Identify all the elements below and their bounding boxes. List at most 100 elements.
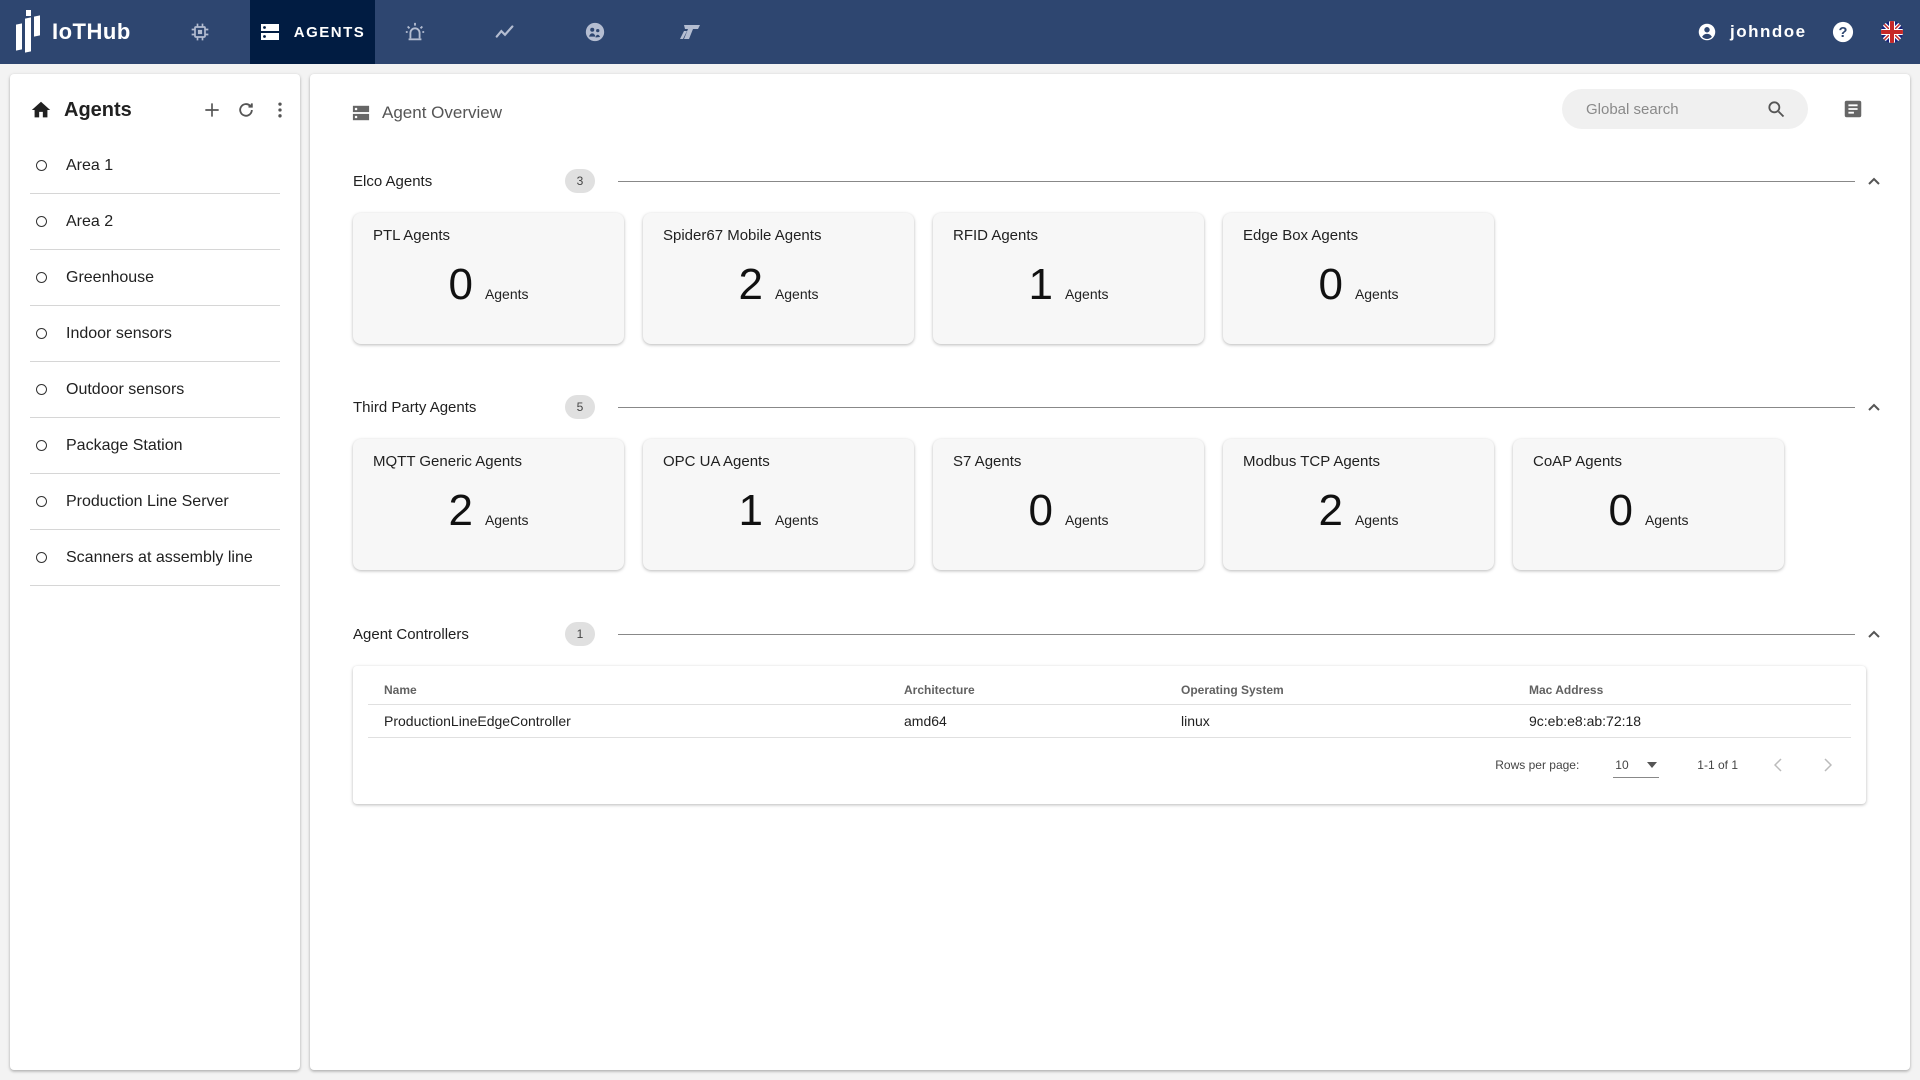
card-title: PTL Agents xyxy=(373,227,450,244)
card-title: MQTT Generic Agents xyxy=(373,453,522,470)
collapse-section-button[interactable] xyxy=(1865,398,1883,416)
card-title: OPC UA Agents xyxy=(663,453,770,470)
search-icon[interactable] xyxy=(1766,99,1786,119)
rows-per-page-select[interactable]: 10 xyxy=(1613,752,1660,778)
card-count: 2 xyxy=(738,260,763,309)
sidebar-item-production-line-server[interactable]: Production Line Server xyxy=(30,474,280,530)
refresh-icon[interactable] xyxy=(236,100,256,120)
sidebar-item-label: Package Station xyxy=(66,436,183,454)
card-count: 1 xyxy=(738,486,763,535)
agent-card-spider67-mobile[interactable]: Spider67 Mobile Agents 2 Agents xyxy=(643,213,914,344)
global-search[interactable] xyxy=(1562,89,1808,129)
table-header-row: Name Architecture Operating System Mac A… xyxy=(368,666,1851,705)
agent-card-coap[interactable]: CoAP Agents 0 Agents xyxy=(1513,439,1784,570)
agent-card-opc-ua[interactable]: OPC UA Agents 1 Agents xyxy=(643,439,914,570)
next-page-button[interactable] xyxy=(1818,755,1838,775)
card-count: 2 xyxy=(448,486,473,535)
circle-outline-icon xyxy=(36,160,47,171)
circle-outline-icon xyxy=(36,440,47,451)
sidebar-item-indoor-sensors[interactable]: Indoor sensors xyxy=(30,306,280,362)
sidebar-header: Agents xyxy=(30,92,290,128)
sidebar-item-label: Scanners at assembly line xyxy=(66,548,253,566)
page-title-text: Agent Overview xyxy=(382,103,502,122)
card-count: 0 xyxy=(1318,260,1343,309)
cell-architecture: amd64 xyxy=(888,704,1165,738)
rows-per-page-value: 10 xyxy=(1615,757,1629,772)
card-unit: Agents xyxy=(1644,512,1689,528)
column-header-architecture[interactable]: Architecture xyxy=(888,666,1165,705)
card-count: 0 xyxy=(448,260,473,309)
sidebar-item-scanners-assembly-line[interactable]: Scanners at assembly line xyxy=(30,530,280,586)
agent-card-mqtt-generic[interactable]: MQTT Generic Agents 2 Agents xyxy=(353,439,624,570)
more-vert-icon[interactable] xyxy=(270,100,290,120)
sidebar-item-area-2[interactable]: Area 2 xyxy=(30,194,280,250)
circle-outline-icon xyxy=(36,496,47,507)
svg-text:?: ? xyxy=(1839,25,1848,41)
app-name: IoTHub xyxy=(52,19,131,44)
sidebar-list: Area 1 Area 2 Greenhouse Indoor sensors … xyxy=(30,138,280,586)
agent-overview-panel: Agent Overview Elco Agents 3 PTL Agents … xyxy=(310,74,1910,1070)
agent-card-modbus-tcp[interactable]: Modbus TCP Agents 2 Agents xyxy=(1223,439,1494,570)
page-title: Agent Overview xyxy=(352,98,502,128)
global-search-input[interactable] xyxy=(1586,100,1756,118)
section-divider xyxy=(618,406,1855,408)
agents-icon xyxy=(260,24,279,40)
nav-tab-users[interactable] xyxy=(560,0,630,64)
sidebar-item-label: Indoor sensors xyxy=(66,324,172,342)
table-pagination: Rows per page: 10 1-1 of 1 xyxy=(1495,752,1838,778)
trend-line-icon xyxy=(495,25,514,38)
agent-card-rfid[interactable]: RFID Agents 1 Agents xyxy=(933,213,1204,344)
rows-per-page-label: Rows per page: xyxy=(1495,758,1580,772)
nav-tab-agents[interactable]: AGENTS xyxy=(250,0,375,64)
card-title: CoAP Agents xyxy=(1533,453,1622,470)
collapse-section-button[interactable] xyxy=(1865,625,1883,643)
card-title: S7 Agents xyxy=(953,453,1022,470)
section-title: Third Party Agents xyxy=(353,398,477,416)
logo-mark-icon xyxy=(14,10,48,54)
table-row[interactable]: ProductionLineEdgeController amd64 linux… xyxy=(368,704,1851,738)
agent-card-edge-box[interactable]: Edge Box Agents 0 Agents xyxy=(1223,213,1494,344)
nav-tab-analytics[interactable] xyxy=(470,0,540,64)
column-header-mac-address[interactable]: Mac Address xyxy=(1513,666,1851,705)
chip-icon xyxy=(191,23,209,41)
brand-logo-icon xyxy=(680,25,700,39)
home-icon[interactable] xyxy=(30,99,52,121)
user-menu[interactable]: johndoe xyxy=(1698,0,1807,64)
sidebar-item-outdoor-sensors[interactable]: Outdoor sensors xyxy=(30,362,280,418)
card-title: Edge Box Agents xyxy=(1243,227,1359,244)
agent-card-s7[interactable]: S7 Agents 0 Agents xyxy=(933,439,1204,570)
add-icon[interactable] xyxy=(202,100,222,120)
collapse-section-button[interactable] xyxy=(1865,172,1883,190)
app-logo[interactable]: IoTHub xyxy=(14,10,131,54)
cell-name: ProductionLineEdgeController xyxy=(368,704,888,738)
section-count-badge: 1 xyxy=(565,622,595,646)
pagination-range: 1-1 of 1 xyxy=(1697,758,1738,772)
notes-icon[interactable] xyxy=(1842,98,1864,120)
language-selector[interactable] xyxy=(1881,0,1903,64)
uk-flag-icon xyxy=(1881,21,1903,43)
sidebar-item-area-1[interactable]: Area 1 xyxy=(30,138,280,194)
help-button[interactable]: ? xyxy=(1832,0,1854,64)
sidebar-item-package-station[interactable]: Package Station xyxy=(30,418,280,474)
card-unit: Agents xyxy=(1354,286,1399,302)
card-count: 0 xyxy=(1028,486,1053,535)
nav-tab-devices[interactable] xyxy=(165,0,235,64)
section-header-agent-controllers: Agent Controllers 1 xyxy=(353,620,1883,648)
help-icon: ? xyxy=(1832,21,1854,43)
top-navigation-bar: IoTHub AGENTS johndoe ? xyxy=(0,0,1920,64)
sidebar-item-greenhouse[interactable]: Greenhouse xyxy=(30,250,280,306)
chevron-up-icon xyxy=(1868,630,1880,638)
column-header-operating-system[interactable]: Operating System xyxy=(1165,666,1513,705)
card-title: RFID Agents xyxy=(953,227,1039,244)
nav-tab-alarms[interactable] xyxy=(380,0,450,64)
column-header-name[interactable]: Name xyxy=(368,666,888,705)
circle-outline-icon xyxy=(36,216,47,227)
sidebar-item-label: Area 1 xyxy=(66,156,114,174)
chevron-left-icon xyxy=(1774,758,1782,772)
sidebar-title: Agents xyxy=(64,98,132,121)
previous-page-button[interactable] xyxy=(1768,755,1788,775)
card-unit: Agents xyxy=(1064,512,1109,528)
nav-tab-integrations[interactable] xyxy=(655,0,725,64)
section-divider xyxy=(618,180,1855,182)
agent-card-ptl[interactable]: PTL Agents 0 Agents xyxy=(353,213,624,344)
